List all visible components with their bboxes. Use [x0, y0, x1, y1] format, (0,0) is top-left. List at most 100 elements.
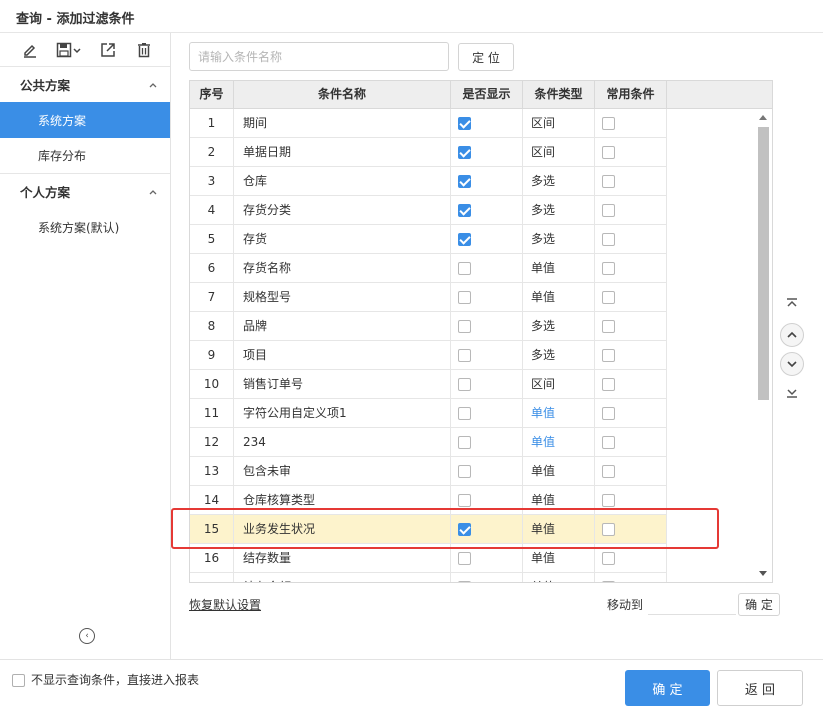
common-checkbox[interactable]	[602, 203, 615, 217]
cell-type: 区间	[523, 370, 595, 398]
common-checkbox[interactable]	[602, 377, 615, 391]
show-checkbox[interactable]	[458, 348, 471, 362]
cell-name: 结存数量	[234, 544, 451, 572]
edit-icon[interactable]	[19, 39, 41, 61]
save-dropdown-icon[interactable]	[55, 39, 83, 61]
cell-no: 1	[190, 109, 234, 137]
cell-name: 仓库核算类型	[234, 486, 451, 514]
show-checkbox[interactable]	[458, 261, 471, 275]
restore-default-link[interactable]: 恢复默认设置	[189, 596, 261, 613]
collapse-sidebar-icon[interactable]: ‹	[79, 628, 95, 644]
show-checkbox[interactable]	[458, 232, 471, 246]
common-checkbox[interactable]	[602, 406, 615, 420]
scroll-down-arrow-icon[interactable]	[759, 571, 767, 576]
show-checkbox[interactable]	[458, 377, 471, 391]
show-checkbox[interactable]	[458, 464, 471, 478]
show-checkbox[interactable]	[458, 174, 471, 188]
table-row[interactable]: 17结存金额 单值	[190, 573, 667, 582]
show-checkbox[interactable]	[458, 406, 471, 420]
scrollbar-thumb[interactable]	[758, 127, 769, 400]
table-row[interactable]: 4 存货分类 多选	[190, 196, 667, 225]
table-row[interactable]: 13 包含未审 单值	[190, 457, 667, 486]
delete-icon[interactable]	[133, 39, 155, 61]
sidebar-item-system-scheme-default[interactable]: 系统方案(默认)	[0, 209, 170, 245]
show-checkbox[interactable]	[458, 522, 471, 536]
common-checkbox[interactable]	[602, 435, 615, 449]
cell-type: 区间	[523, 138, 595, 166]
cell-no: 5	[190, 225, 234, 253]
table-row[interactable]: 3 仓库 多选	[190, 167, 667, 196]
skip-conditions-checkbox[interactable]	[12, 674, 25, 687]
header-name: 条件名称	[234, 81, 451, 109]
cell-show	[451, 428, 523, 456]
cell-type[interactable]: 单值	[523, 399, 595, 427]
common-checkbox[interactable]	[602, 174, 615, 188]
condition-search-input[interactable]	[189, 42, 449, 71]
common-checkbox[interactable]	[602, 319, 615, 333]
common-checkbox[interactable]	[602, 522, 615, 536]
table-row[interactable]: 9 项目 多选	[190, 341, 667, 370]
move-to-confirm-button[interactable]: 确 定	[738, 593, 780, 616]
show-checkbox[interactable]	[458, 203, 471, 217]
export-icon[interactable]	[97, 39, 119, 61]
show-checkbox[interactable]	[458, 116, 471, 130]
scheme-sidebar: 公共方案 系统方案 库存分布 个人方案 系统方案(默认) ‹	[0, 33, 171, 659]
common-checkbox[interactable]	[602, 348, 615, 362]
cell-type: 单值	[523, 283, 595, 311]
show-checkbox[interactable]	[458, 551, 471, 565]
table-row[interactable]: 14 仓库核算类型 单值	[190, 486, 667, 515]
table-row[interactable]: 12 234 单值	[190, 428, 667, 457]
group-public-schemes[interactable]: 公共方案	[0, 67, 170, 102]
cell-common	[595, 341, 667, 369]
common-checkbox[interactable]	[602, 551, 615, 565]
common-checkbox[interactable]	[602, 580, 615, 582]
cell-type: 多选	[523, 225, 595, 253]
sidebar-item-stock-distribution[interactable]: 库存分布	[0, 138, 170, 174]
sidebar-item-system-scheme[interactable]: 系统方案	[0, 102, 170, 138]
table-row[interactable]: 16 结存数量 单值	[190, 544, 667, 573]
table-scrollbar[interactable]	[755, 109, 772, 582]
table-row[interactable]: 2 单据日期 区间	[190, 138, 667, 167]
locate-button[interactable]: 定 位	[458, 43, 514, 71]
table-row[interactable]: 1 期间 区间	[190, 109, 667, 138]
move-down-icon[interactable]	[780, 352, 804, 376]
cell-type[interactable]: 单值	[523, 428, 595, 456]
move-to-top-icon[interactable]	[780, 292, 804, 316]
back-button[interactable]: 返 回	[717, 670, 803, 706]
group-label: 公共方案	[20, 78, 71, 93]
common-checkbox[interactable]	[602, 145, 615, 159]
common-checkbox[interactable]	[602, 261, 615, 275]
table-row[interactable]: 7 规格型号 单值	[190, 283, 667, 312]
common-checkbox[interactable]	[602, 464, 615, 478]
show-checkbox[interactable]	[458, 145, 471, 159]
move-to-input[interactable]	[648, 593, 736, 615]
common-checkbox[interactable]	[602, 116, 615, 130]
cell-show	[451, 283, 523, 311]
scroll-up-arrow-icon[interactable]	[759, 115, 767, 120]
show-checkbox[interactable]	[458, 319, 471, 333]
common-checkbox[interactable]	[602, 232, 615, 246]
common-checkbox[interactable]	[602, 493, 615, 507]
cell-common	[595, 428, 667, 456]
cell-show	[451, 109, 523, 137]
table-row[interactable]: 15 业务发生状况 单值	[190, 515, 667, 544]
cell-no: 15	[190, 515, 234, 543]
cell-name: 字符公用自定义项1	[234, 399, 451, 427]
table-row[interactable]: 8 品牌 多选	[190, 312, 667, 341]
group-personal-schemes[interactable]: 个人方案	[0, 174, 170, 209]
common-checkbox[interactable]	[602, 290, 615, 304]
header-type: 条件类型	[523, 81, 595, 109]
table-row[interactable]: 5 存货 多选	[190, 225, 667, 254]
table-row[interactable]: 6 存货名称 单值	[190, 254, 667, 283]
cell-type: 单值	[523, 573, 595, 582]
ok-button[interactable]: 确 定	[625, 670, 710, 706]
show-checkbox[interactable]	[458, 290, 471, 304]
show-checkbox[interactable]	[458, 493, 471, 507]
show-checkbox[interactable]	[458, 435, 471, 449]
table-row[interactable]: 11 字符公用自定义项1 单值	[190, 399, 667, 428]
show-checkbox[interactable]	[458, 580, 471, 582]
cell-common	[595, 312, 667, 340]
move-to-bottom-icon[interactable]	[780, 380, 804, 404]
table-row[interactable]: 10 销售订单号 区间	[190, 370, 667, 399]
move-up-icon[interactable]	[780, 323, 804, 347]
